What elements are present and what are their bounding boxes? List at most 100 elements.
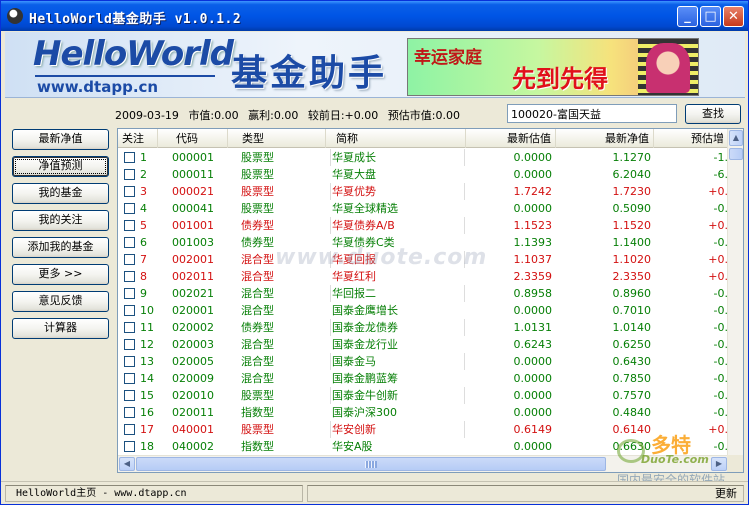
table-row[interactable]: 8 002011 混合型 华夏红利 2.3359 2.3350 +0. <box>118 268 728 285</box>
sidebar-button-my-watchlist[interactable]: 我的关注 <box>12 210 109 231</box>
status-bar: HelloWorld主页 - www.dtapp.cn 更新 <box>1 481 748 504</box>
watch-checkbox[interactable] <box>124 390 135 401</box>
title-bar[interactable]: HelloWorld基金助手 v1.0.1.2 _ □ ✕ <box>1 1 748 31</box>
col-type[interactable]: 类型 <box>228 129 326 148</box>
table-row[interactable]: 16 020011 指数型 国泰沪深300 0.0000 0.4840 -0. <box>118 404 728 421</box>
status-homepage-link[interactable]: HelloWorld主页 - www.dtapp.cn <box>5 485 303 502</box>
vertical-scrollbar[interactable]: ▲ <box>727 129 743 455</box>
table-row[interactable]: 14 020009 混合型 国泰金鹏蓝筹 0.0000 0.7850 -0. <box>118 370 728 387</box>
table-row[interactable]: 3 000021 股票型 华夏优势 1.7242 1.7230 +0. <box>118 183 728 200</box>
cell-inc: +0. <box>708 253 728 266</box>
cell-no: 2 <box>140 168 147 181</box>
sidebar-button-my-funds[interactable]: 我的基金 <box>12 183 109 204</box>
cell-type: 股票型 <box>241 423 274 436</box>
minimize-button[interactable]: _ <box>677 6 698 27</box>
col-name[interactable]: 简称 <box>326 129 466 148</box>
maximize-button[interactable]: □ <box>700 6 721 27</box>
sidebar-button-latest-nav[interactable]: 最新净值 <box>12 129 109 150</box>
cell-code: 020005 <box>172 355 214 368</box>
watch-checkbox[interactable] <box>124 237 135 248</box>
watch-checkbox[interactable] <box>124 271 135 282</box>
vertical-scroll-thumb[interactable] <box>729 148 743 160</box>
app-icon[interactable] <box>7 8 23 24</box>
table-row[interactable]: 17 040001 股票型 华安创新 0.6149 0.6140 +0. <box>118 421 728 438</box>
ad-banner[interactable]: 幸运家庭 先到先得 <box>407 38 699 96</box>
table-row[interactable]: 4 000041 股票型 华夏全球精选 0.0000 0.5090 -0. <box>118 200 728 217</box>
banner: HelloWorld www.dtapp.cn 基金助手 幸运家庭 先到先得 <box>5 32 745 98</box>
cell-no: 13 <box>140 355 154 368</box>
watch-checkbox[interactable] <box>124 305 135 316</box>
cell-nav: 0.8960 <box>612 287 652 300</box>
cell-type: 混合型 <box>241 338 274 351</box>
cell-no: 6 <box>140 236 147 249</box>
watch-checkbox[interactable] <box>124 152 135 163</box>
watch-checkbox[interactable] <box>124 373 135 384</box>
cell-est: 0.6149 <box>513 423 553 436</box>
cell-no: 7 <box>140 253 147 266</box>
table-row[interactable]: 2 000011 股票型 华夏大盘 0.0000 6.2040 -6. <box>118 166 728 183</box>
cell-est: 0.0000 <box>513 202 553 215</box>
scroll-left-icon[interactable]: ◀ <box>119 457 135 471</box>
table-row[interactable]: 10 020001 混合型 国泰金鹰增长 0.0000 0.7010 -0. <box>118 302 728 319</box>
horizontal-scroll-thumb[interactable] <box>136 457 606 471</box>
table-row[interactable]: 9 002021 混合型 华回报二 0.8958 0.8960 -0. <box>118 285 728 302</box>
search-button[interactable]: 查找 <box>685 104 741 124</box>
status-update[interactable]: 更新 <box>307 485 744 502</box>
cell-name: 国泰金马 <box>332 355 376 368</box>
cell-nav: 1.1270 <box>612 151 652 164</box>
table-row[interactable]: 7 002001 混合型 华夏回报 1.1037 1.1020 +0. <box>118 251 728 268</box>
window-title: HelloWorld基金助手 v1.0.1.2 <box>29 12 242 27</box>
col-nav[interactable]: 最新净值 <box>556 129 654 148</box>
cell-no: 16 <box>140 406 154 419</box>
table-row[interactable]: 1 000001 股票型 华夏成长 0.0000 1.1270 -1. <box>118 149 728 166</box>
cell-name: 国泰金龙债券 <box>332 321 398 334</box>
table-row[interactable]: 13 020005 混合型 国泰金马 0.0000 0.6430 -0. <box>118 353 728 370</box>
scroll-corner <box>727 455 743 472</box>
cell-name: 华夏红利 <box>332 270 376 283</box>
watch-checkbox[interactable] <box>124 441 135 452</box>
watch-checkbox[interactable] <box>124 424 135 435</box>
cell-type: 混合型 <box>241 287 274 300</box>
cell-name: 国泰金牛创新 <box>332 389 398 402</box>
watch-checkbox[interactable] <box>124 407 135 418</box>
cell-type: 混合型 <box>241 270 274 283</box>
sidebar-button-feedback[interactable]: 意见反馈 <box>12 291 109 312</box>
cell-nav: 0.7010 <box>612 304 652 317</box>
watch-checkbox[interactable] <box>124 288 135 299</box>
watch-checkbox[interactable] <box>124 339 135 350</box>
sidebar-button-calculator[interactable]: 计算器 <box>12 318 109 339</box>
watch-checkbox[interactable] <box>124 322 135 333</box>
col-est[interactable]: 最新估值 <box>466 129 556 148</box>
table-row[interactable]: 12 020003 混合型 国泰金龙行业 0.6243 0.6250 -0. <box>118 336 728 353</box>
cell-code: 001003 <box>172 236 214 249</box>
watch-checkbox[interactable] <box>124 254 135 265</box>
watch-checkbox[interactable] <box>124 186 135 197</box>
scroll-up-icon[interactable]: ▲ <box>729 130 743 146</box>
table-row[interactable]: 5 001001 债券型 华夏债券A/B 1.1523 1.1520 +0. <box>118 217 728 234</box>
table-row[interactable]: 6 001003 债券型 华夏债券C类 1.1393 1.1400 -0. <box>118 234 728 251</box>
watch-checkbox[interactable] <box>124 169 135 180</box>
watch-checkbox[interactable] <box>124 203 135 214</box>
horizontal-scrollbar[interactable]: ◀ ▶ <box>118 455 728 472</box>
table-row[interactable]: 18 040002 指数型 华安A股 0.0000 0.6630 -0. <box>118 438 728 455</box>
cell-name: 国泰金鹏蓝筹 <box>332 372 398 385</box>
table-row[interactable]: 15 020010 股票型 国泰金牛创新 0.0000 0.7570 -0. <box>118 387 728 404</box>
col-code[interactable]: 代码 <box>158 129 228 148</box>
scroll-right-icon[interactable]: ▶ <box>711 457 727 471</box>
close-button[interactable]: ✕ <box>723 6 744 27</box>
cell-name: 华夏成长 <box>332 151 376 164</box>
watch-checkbox[interactable] <box>124 356 135 367</box>
cell-no: 3 <box>140 185 147 198</box>
sidebar-button-add-my-fund[interactable]: 添加我的基金 <box>12 237 109 258</box>
sidebar-button-nav-forecast[interactable]: 净值预测 <box>12 156 109 177</box>
cell-inc: -0. <box>713 236 728 249</box>
search-input[interactable] <box>507 104 677 123</box>
col-watch[interactable]: 关注 <box>118 129 158 148</box>
watch-checkbox[interactable] <box>124 220 135 231</box>
cell-nav: 1.0140 <box>612 321 652 334</box>
sidebar-button-more[interactable]: 更多 >> <box>12 264 109 285</box>
cell-code: 020010 <box>172 389 214 402</box>
table-row[interactable]: 11 020002 债券型 国泰金龙债券 1.0131 1.0140 -0. <box>118 319 728 336</box>
col-inc[interactable]: 预估增 <box>654 129 728 148</box>
cell-est: 1.1393 <box>513 236 553 249</box>
